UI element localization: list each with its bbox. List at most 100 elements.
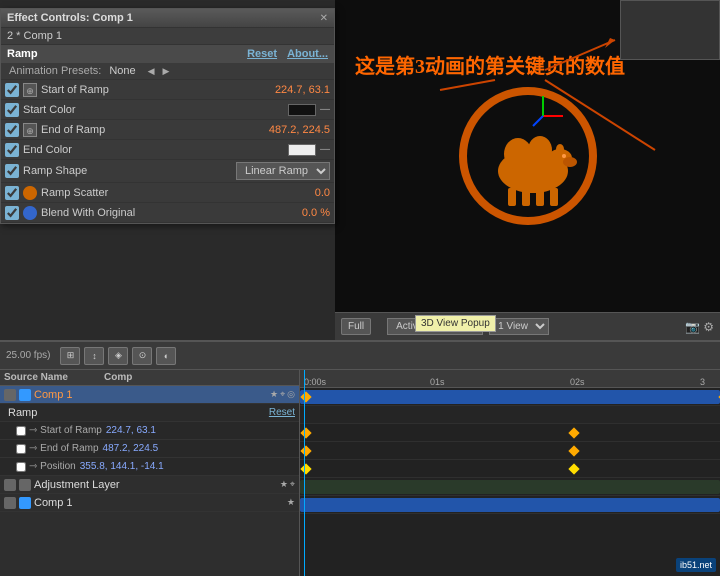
blend-icon (23, 206, 37, 220)
about-button[interactable]: About... (287, 48, 328, 60)
end-color-checkbox[interactable] (5, 143, 19, 157)
panel-titlebar: Effect Controls: Comp 1 ✕ (1, 9, 334, 28)
tl-btn-5[interactable]: ◐ (156, 347, 176, 365)
fps-display: 25.00 fps) (6, 350, 50, 361)
position-tl-value[interactable]: 355.8, 144.1, -14.1 (80, 461, 164, 472)
start-color-row: Start Color — (1, 100, 334, 120)
start-color-swatch[interactable] (288, 104, 316, 116)
animation-presets-value[interactable]: None (109, 65, 135, 77)
reset-button[interactable]: Reset (247, 48, 277, 60)
ramp-shape-checkbox[interactable] (5, 164, 19, 178)
timeline-tracks[interactable]: 0:00s 01s 02s 3 (300, 370, 720, 576)
time-mark-3: 3 (700, 377, 705, 387)
viewer-toolbar: 3D View Popup Full Active Camera 1 View … (335, 312, 720, 340)
animation-presets-row: Animation Presets: None ◀ ▶ (1, 63, 334, 80)
blend-value[interactable]: 0.0 % (302, 207, 330, 219)
layer-row-position: ⇾ Position 355.8, 144.1, -14.1 (0, 458, 299, 476)
comp1-2-name: Comp 1 (34, 497, 73, 509)
kf-end-ramp-1[interactable] (300, 445, 311, 456)
ramp-scatter-checkbox[interactable] (5, 186, 19, 200)
start-of-ramp-checkbox[interactable] (5, 83, 19, 97)
end-of-ramp-value[interactable]: 487.2, 224.5 (269, 124, 330, 136)
adj-icon-2[interactable]: ⌖ (290, 479, 295, 490)
tooltip-3d-view: 3D View Popup (415, 315, 496, 332)
time-mark-2: 02s (570, 377, 585, 387)
kf-end-ramp-2[interactable] (568, 445, 579, 456)
layer-icon-3[interactable]: ◎ (287, 389, 295, 400)
layer-controls: ★ ⌖ ◎ (270, 389, 295, 400)
comp2-icon[interactable]: ★ (287, 497, 295, 508)
start-ramp-tl-checkbox[interactable] (16, 426, 26, 436)
settings-icon[interactable]: ⚙ (703, 320, 714, 334)
eye-icon[interactable] (4, 389, 16, 401)
ramp-reset-link[interactable]: Reset (269, 407, 295, 418)
start-color-label: Start Color (23, 104, 288, 116)
end-ramp-tl-value[interactable]: 487.2, 224.5 (103, 443, 159, 454)
crosshair-icon[interactable]: ⊕ (23, 83, 37, 97)
layer-icon-2[interactable]: ⌖ (280, 389, 285, 400)
camel-logo (458, 86, 598, 226)
kf-position-1[interactable] (300, 463, 311, 474)
tl-btn-3[interactable]: ◈ (108, 347, 128, 365)
eye-icon-adj[interactable] (4, 479, 16, 491)
ramp-shape-row: Ramp Shape Linear Ramp Radial Ramp (1, 160, 334, 183)
adj-icon-1[interactable]: ★ (280, 479, 288, 490)
ramp-section-label: Ramp (7, 48, 38, 60)
viewer-icons: 📷 ⚙ (685, 320, 714, 334)
prev-preset-icon[interactable]: ◀ (148, 66, 155, 77)
ramp-scatter-value[interactable]: 0.0 (315, 187, 330, 199)
playhead[interactable] (304, 370, 305, 576)
ramp-shape-label: Ramp Shape (23, 165, 236, 177)
end-ramp-tl-label: ⇾ End of Ramp (29, 443, 99, 454)
timeline-main: Source Name Comp Comp 1 ★ ⌖ ◎ (0, 370, 720, 576)
panel-subtitle: 2 * Comp 1 (1, 28, 334, 45)
crosshair-icon-2[interactable]: ⊕ (23, 123, 37, 137)
start-ramp-tl-value[interactable]: 224.7, 63.1 (106, 425, 156, 436)
layer-icon-1[interactable]: ★ (270, 389, 278, 400)
layer-row-comp1-2[interactable]: Comp 1 ★ (0, 494, 299, 512)
track-end-ramp (300, 442, 720, 460)
tl-btn-1[interactable]: ⊞ (60, 347, 80, 365)
ramp-scatter-icon (23, 186, 37, 200)
start-of-ramp-value[interactable]: 224.7, 63.1 (275, 84, 330, 96)
ramp-scatter-label: Ramp Scatter (41, 187, 315, 199)
layer-header: Source Name Comp (0, 370, 299, 386)
kf-start-ramp-1[interactable] (300, 427, 311, 438)
tl-btn-2[interactable]: ↕ (84, 347, 104, 365)
timeline-toolbar: 25.00 fps) ⊞ ↕ ◈ ⊙ ◐ (0, 342, 720, 370)
layer-row-start-ramp: ⇾ Start of Ramp 224.7, 63.1 (0, 422, 299, 440)
ramp-section-header: Ramp Reset About... (1, 45, 334, 63)
comp2-controls: ★ (287, 497, 295, 508)
viewer-full-btn[interactable]: Full (341, 318, 371, 335)
position-tl-checkbox[interactable] (16, 462, 26, 472)
time-mark-1: 01s (430, 377, 445, 387)
view-layout-select[interactable]: 1 View (489, 318, 549, 335)
blend-checkbox[interactable] (5, 206, 19, 220)
start-color-checkbox[interactable] (5, 103, 19, 117)
layer-row-adjustment[interactable]: Adjustment Layer ★ ⌖ (0, 476, 299, 494)
tl-btn-4[interactable]: ⊙ (132, 347, 152, 365)
track-bar-adj (300, 480, 720, 494)
track-ramp (300, 406, 720, 424)
ramp-shape-select[interactable]: Linear Ramp Radial Ramp (236, 162, 330, 180)
layer-row-comp1[interactable]: Comp 1 ★ ⌖ ◎ (0, 386, 299, 404)
snapshot-icon[interactable]: 📷 (685, 320, 700, 334)
track-position (300, 460, 720, 478)
ramp-scatter-row: Ramp Scatter 0.0 (1, 183, 334, 203)
layer-comp1-name: Comp 1 (34, 389, 73, 401)
kf-position-2[interactable] (568, 463, 579, 474)
kf-start-ramp-2[interactable] (568, 427, 579, 438)
start-ramp-tl-label: ⇾ Start of Ramp (29, 425, 102, 436)
chinese-annotation: 这是第3动画的第关键贞的数值 (355, 50, 625, 79)
eye-icon-comp2[interactable] (4, 497, 16, 509)
end-ramp-tl-checkbox[interactable] (16, 444, 26, 454)
end-color-swatch[interactable] (288, 144, 316, 156)
timeline-area: 25.00 fps) ⊞ ↕ ◈ ⊙ ◐ Source Name Comp (0, 340, 720, 576)
layer-row-ramp: Ramp Reset (0, 404, 299, 422)
end-color-row: End Color — (1, 140, 334, 160)
close-icon[interactable]: ✕ (320, 13, 328, 24)
track-comp1-2 (300, 496, 720, 514)
top-right-panel (620, 0, 720, 60)
next-preset-icon[interactable]: ▶ (163, 66, 170, 77)
end-of-ramp-checkbox[interactable] (5, 123, 19, 137)
